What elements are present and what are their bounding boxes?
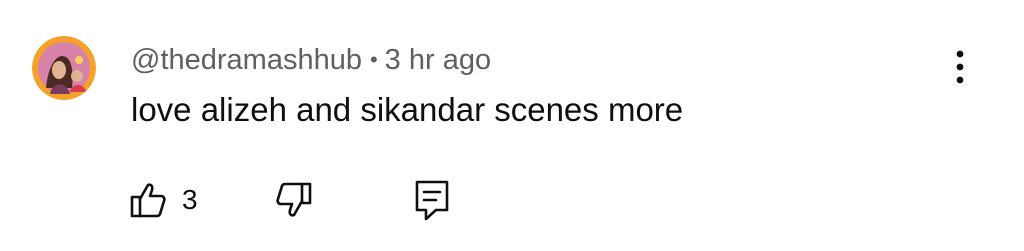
- comment-text: love alizeh and sikandar scenes more: [131, 91, 684, 128]
- reply-button[interactable]: [412, 176, 452, 224]
- avatar[interactable]: [32, 36, 96, 100]
- author-handle[interactable]: @thedramashhub: [131, 44, 362, 77]
- comment-timestamp[interactable]: 3 hr ago: [385, 44, 491, 77]
- dislike-button[interactable]: [274, 176, 314, 224]
- meta-separator: •: [369, 47, 378, 72]
- thumbs-down-icon: [274, 180, 314, 220]
- thumbs-up-icon: [128, 180, 168, 220]
- more-options-button[interactable]: [938, 44, 982, 90]
- like-button[interactable]: 3: [128, 176, 198, 224]
- comment-reply-icon: [412, 178, 452, 222]
- like-count: 3: [182, 184, 198, 215]
- more-vertical-icon: [955, 49, 965, 85]
- comment-meta: @thedramashhub • 3 hr ago: [131, 40, 491, 80]
